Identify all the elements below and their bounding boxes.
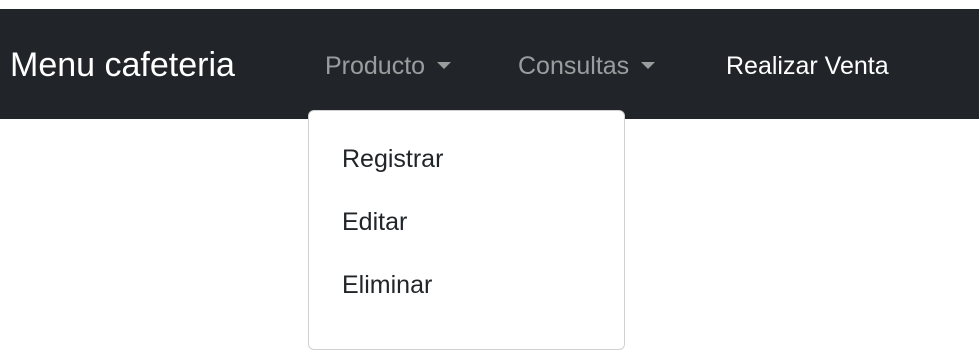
navbar-brand[interactable]: Menu cafeteria: [10, 45, 235, 85]
dropdown-item-editar[interactable]: Editar: [342, 206, 407, 238]
producto-dropdown-menu: Registrar Editar Eliminar: [308, 110, 625, 350]
nav-item-producto[interactable]: Producto: [325, 50, 452, 82]
navbar: Menu cafeteria Producto Consultas Realiz…: [0, 9, 979, 119]
nav-item-producto-label: Producto: [325, 52, 426, 80]
nav-item-consultas[interactable]: Consultas: [518, 50, 656, 82]
nav-item-realizar-venta[interactable]: Realizar Venta: [726, 50, 889, 82]
nav-item-consultas-label: Consultas: [518, 52, 630, 80]
caret-down-icon: [437, 62, 452, 69]
dropdown-item-registrar[interactable]: Registrar: [342, 143, 443, 175]
dropdown-item-eliminar[interactable]: Eliminar: [342, 269, 432, 301]
caret-down-icon: [641, 62, 656, 69]
